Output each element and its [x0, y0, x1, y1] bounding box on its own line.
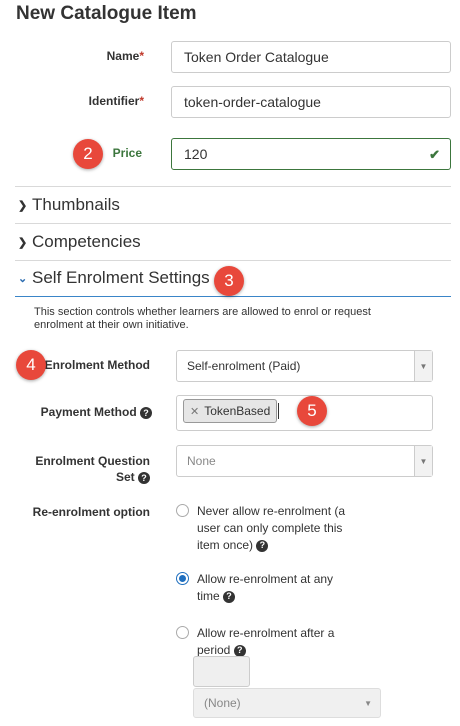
callout-badge: 4 — [16, 350, 46, 380]
section-self-enrolment[interactable]: ⌄ Self Enrolment Settings — [18, 268, 210, 288]
help-icon[interactable]: ? — [138, 471, 150, 484]
reenrolment-label: Re-enrolment option — [32, 505, 150, 519]
radio-button[interactable] — [176, 504, 189, 517]
help-icon[interactable]: ? — [223, 590, 236, 603]
payment-method-tag: ✕ TokenBased — [183, 399, 278, 423]
radio-button[interactable] — [176, 626, 189, 639]
page-title: New Catalogue Item — [16, 3, 197, 24]
payment-method-label: Payment Method ? — [20, 405, 152, 419]
enrolment-method-label: Enrolment Method — [44, 358, 150, 372]
radio-button-selected[interactable] — [176, 572, 189, 585]
divider — [15, 223, 451, 224]
check-icon: ✔ — [429, 147, 440, 162]
section-thumbnails[interactable]: ❯ Thumbnails — [18, 195, 120, 215]
section-competencies[interactable]: ❯ Competencies — [18, 232, 141, 252]
chevron-right-icon: ❯ — [18, 236, 28, 249]
text-cursor — [278, 403, 279, 419]
section-description: This section controls whether learners a… — [34, 306, 371, 331]
dropdown-arrow-icon: ▼ — [414, 446, 432, 476]
identifier-label: Identifier* — [88, 94, 144, 108]
radio-never[interactable]: Never allow re-enrolment (a user can onl… — [176, 503, 345, 554]
help-icon[interactable]: ? — [256, 539, 269, 552]
radio-any-time[interactable]: Allow re-enrolment at any time ? — [176, 571, 333, 605]
name-label: Name* — [106, 49, 144, 63]
callout-badge: 2 — [73, 139, 103, 169]
section-underline — [15, 296, 451, 297]
radio-after-period[interactable]: Allow re-enrolment after a period ? — [176, 625, 334, 659]
period-amount-input[interactable] — [193, 656, 250, 687]
dropdown-arrow-icon: ▼ — [364, 698, 372, 708]
enrolment-method-select[interactable]: Self-enrolment (Paid) ▼ — [176, 350, 433, 382]
help-icon[interactable]: ? — [140, 406, 152, 419]
identifier-input[interactable]: token-order-catalogue — [171, 86, 451, 118]
callout-badge: 3 — [214, 266, 244, 296]
question-set-select[interactable]: None ▼ — [176, 445, 433, 477]
chevron-down-icon: ⌄ — [18, 272, 28, 285]
dropdown-arrow-icon: ▼ — [414, 351, 432, 381]
remove-tag-icon[interactable]: ✕ — [190, 405, 199, 418]
divider — [15, 186, 451, 187]
chevron-right-icon: ❯ — [18, 199, 28, 212]
question-set-label: Enrolment Question Set ? — [35, 454, 150, 484]
price-input[interactable]: 120 ✔ — [171, 138, 451, 170]
name-input[interactable]: Token Order Catalogue — [171, 41, 451, 73]
divider — [15, 260, 451, 261]
period-unit-select[interactable]: (None) ▼ — [193, 688, 381, 718]
callout-badge: 5 — [297, 396, 327, 426]
